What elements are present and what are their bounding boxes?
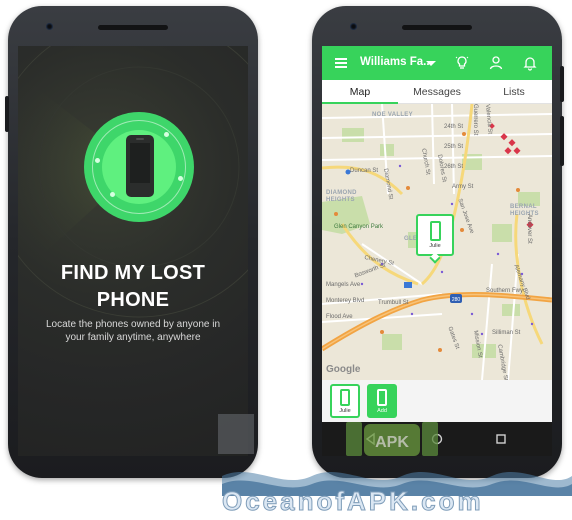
- street-label: 26th St: [444, 164, 464, 170]
- street-label: Army St: [452, 184, 474, 190]
- splash-screen: FIND MY LOST PHONE Locate the phones own…: [18, 46, 248, 456]
- highway-shield-number: 280: [452, 297, 461, 303]
- recents-icon[interactable]: [494, 432, 508, 446]
- radar-dot: [164, 132, 169, 137]
- tab-messages[interactable]: Messages: [398, 80, 476, 104]
- street-label: Mangels Ave: [326, 282, 361, 288]
- front-camera: [350, 23, 357, 30]
- radar-dot: [110, 192, 115, 197]
- smartphone-icon: [377, 389, 387, 406]
- device-tray: Julie Add: [322, 380, 552, 422]
- add-device-button[interactable]: Add: [367, 384, 397, 418]
- map-marker: [380, 330, 384, 334]
- tab-bar: Map Messages Lists: [322, 80, 552, 104]
- phone-left: FIND MY LOST PHONE Locate the phones own…: [5, 6, 258, 478]
- map-view[interactable]: 280 NOE VALLEY DIAMOND HEIGHTS GLEN PARK…: [322, 104, 552, 380]
- street-label: Flood Ave: [326, 314, 353, 320]
- radar-dot: [95, 158, 100, 163]
- tab-lists[interactable]: Lists: [476, 80, 552, 104]
- bell-icon[interactable]: [522, 55, 538, 71]
- street-label: Trumbull St: [378, 300, 409, 306]
- neighborhood-label: NOE VALLEY: [372, 112, 413, 118]
- street-label: 24th St: [444, 124, 464, 130]
- front-camera: [46, 23, 53, 30]
- watermark-text: OceanofAPK.com: [222, 486, 484, 517]
- menu-icon[interactable]: [335, 58, 347, 68]
- phone-right: Williams Fa... Map Messages Lists 280 NO…: [312, 6, 564, 478]
- lightbulb-icon[interactable]: [454, 55, 470, 71]
- map-marker: [334, 212, 338, 216]
- earpiece-speaker: [98, 25, 168, 30]
- svg-text:APK: APK: [375, 434, 409, 451]
- earpiece-speaker: [402, 25, 472, 30]
- watermark-logo: APK: [346, 422, 438, 456]
- person-icon[interactable]: [488, 55, 504, 71]
- smartphone-icon: [340, 389, 350, 406]
- street-label: Andover St: [526, 214, 532, 244]
- promo-stage: FIND MY LOST PHONE Locate the phones own…: [0, 0, 572, 520]
- radar-sweep: [18, 46, 248, 318]
- smartphone-icon: [126, 135, 154, 197]
- map-marker: [438, 348, 442, 352]
- street-label: Silliman St: [492, 330, 521, 336]
- street-label: Duncan St: [350, 168, 379, 174]
- street-label: Monterey Blvd: [326, 298, 365, 304]
- map-marker: [406, 186, 410, 190]
- device-card-julie[interactable]: Julie: [330, 384, 360, 418]
- device-label: Add: [377, 408, 387, 414]
- map-marker: [460, 228, 464, 232]
- headline: FIND MY LOST PHONE: [60, 262, 206, 311]
- neighborhood-label: DIAMOND HEIGHTS: [326, 190, 357, 203]
- power-button: [560, 66, 564, 102]
- tab-map[interactable]: Map: [322, 80, 398, 104]
- family-selector[interactable]: Williams Fa...: [360, 56, 433, 68]
- subtitle: Locate the phones owned by anyone in you…: [45, 319, 221, 343]
- smartphone-icon: [430, 221, 441, 241]
- watermark-overlay-block: [218, 414, 254, 454]
- location-pin[interactable]: Julie: [416, 214, 454, 264]
- pin-label: Julie: [429, 243, 441, 249]
- app-bar: Williams Fa...: [322, 46, 552, 80]
- park-label: Glen Canyon Park: [334, 224, 384, 230]
- street-label: Southern Fwy: [486, 288, 524, 294]
- map-marker: [516, 188, 520, 192]
- volume-button: [560, 116, 564, 166]
- chevron-down-icon[interactable]: [426, 61, 436, 66]
- radar-dot: [178, 176, 183, 181]
- device-label: Julie: [339, 408, 351, 414]
- street-label: 25th St: [444, 144, 464, 150]
- map-attribution: Google: [326, 364, 361, 375]
- map-marker: [462, 132, 466, 136]
- app-screen: Williams Fa... Map Messages Lists 280 NO…: [322, 46, 552, 456]
- volume-button: [5, 96, 9, 132]
- street-label: Guerrero St: [472, 104, 478, 136]
